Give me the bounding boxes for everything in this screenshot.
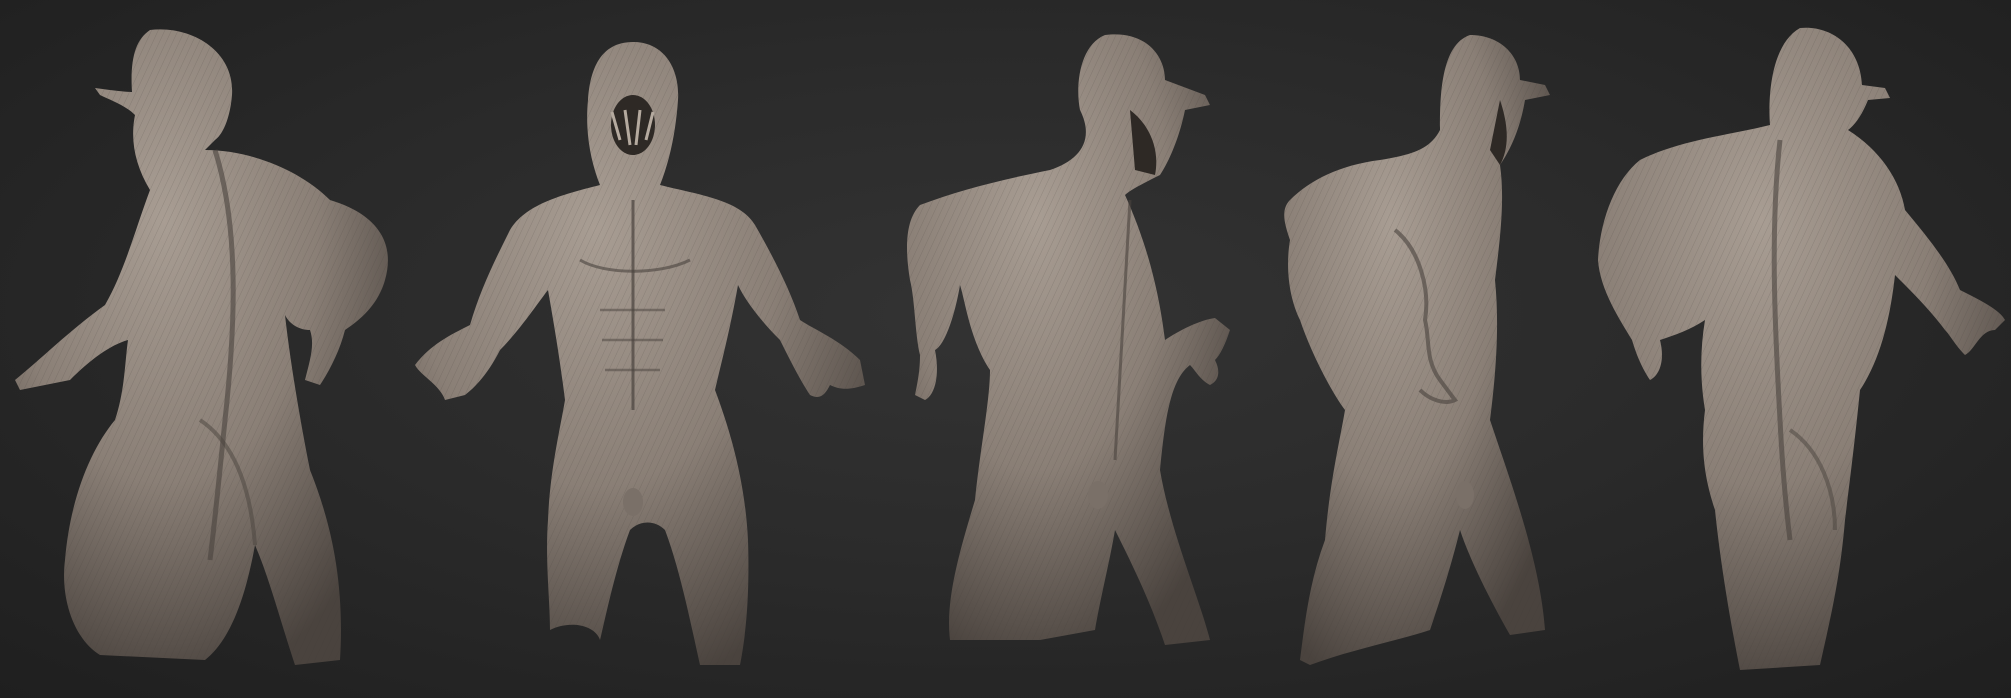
- sculpt-view-front-right: [907, 34, 1230, 646]
- render-viewport: [0, 0, 2011, 698]
- sculpt-view-back-left: [15, 29, 388, 666]
- sculpt-view-right-profile: [1284, 35, 1550, 665]
- sculpt-view-front: [415, 42, 865, 665]
- sculpt-turnaround-render: [15, 27, 2005, 670]
- sculpt-view-back-right: [1598, 27, 2005, 670]
